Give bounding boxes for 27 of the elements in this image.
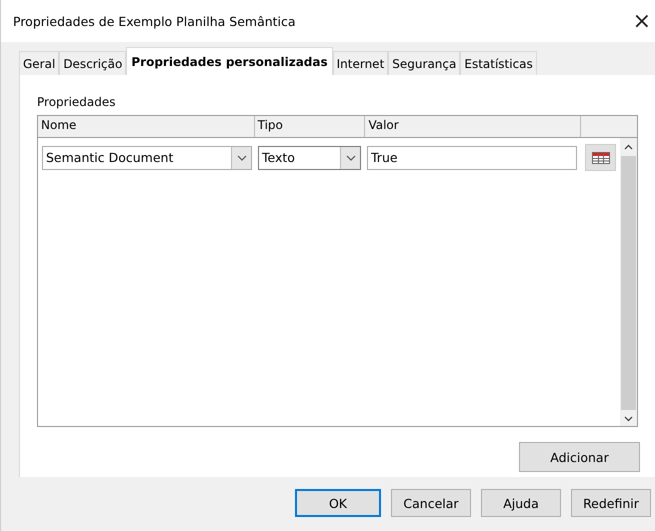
scroll-down-icon (624, 416, 633, 422)
scroll-up-icon (624, 144, 633, 150)
column-header[interactable]: Tipo (254, 116, 366, 137)
type-combo[interactable]: Texto (258, 146, 361, 170)
add-button[interactable]: Adicionar (519, 442, 640, 472)
dropdown-icon (340, 146, 360, 168)
dialog-button[interactable]: OK (295, 489, 381, 517)
name-combo[interactable]: Semantic Document (42, 146, 252, 170)
column-header[interactable]: Nome (38, 116, 255, 137)
dropdown-icon (231, 146, 251, 168)
tab[interactable]: Estatísticas (460, 51, 537, 75)
section-label: Propriedades (37, 95, 117, 109)
tab[interactable]: Descrição (59, 51, 126, 75)
tab[interactable]: Segurança (388, 51, 460, 75)
window-title: Propriedades de Exemplo Planilha Semântica (13, 14, 296, 28)
value-field[interactable]: True (367, 146, 577, 170)
table-icon (592, 152, 610, 164)
table-button[interactable] (585, 144, 616, 171)
dialog-button[interactable]: Redefinir (571, 489, 651, 517)
column-header[interactable]: Valor (365, 116, 582, 137)
tab[interactable]: Geral (19, 51, 60, 75)
dialog-button[interactable]: Cancelar (391, 489, 471, 517)
close-button[interactable]: × (632, 8, 655, 34)
tab[interactable]: Propriedades personalizadas (126, 47, 333, 75)
dialog-button[interactable]: Ajuda (481, 489, 561, 517)
tab[interactable]: Internet (332, 51, 388, 75)
scrollbar[interactable] (620, 138, 637, 426)
